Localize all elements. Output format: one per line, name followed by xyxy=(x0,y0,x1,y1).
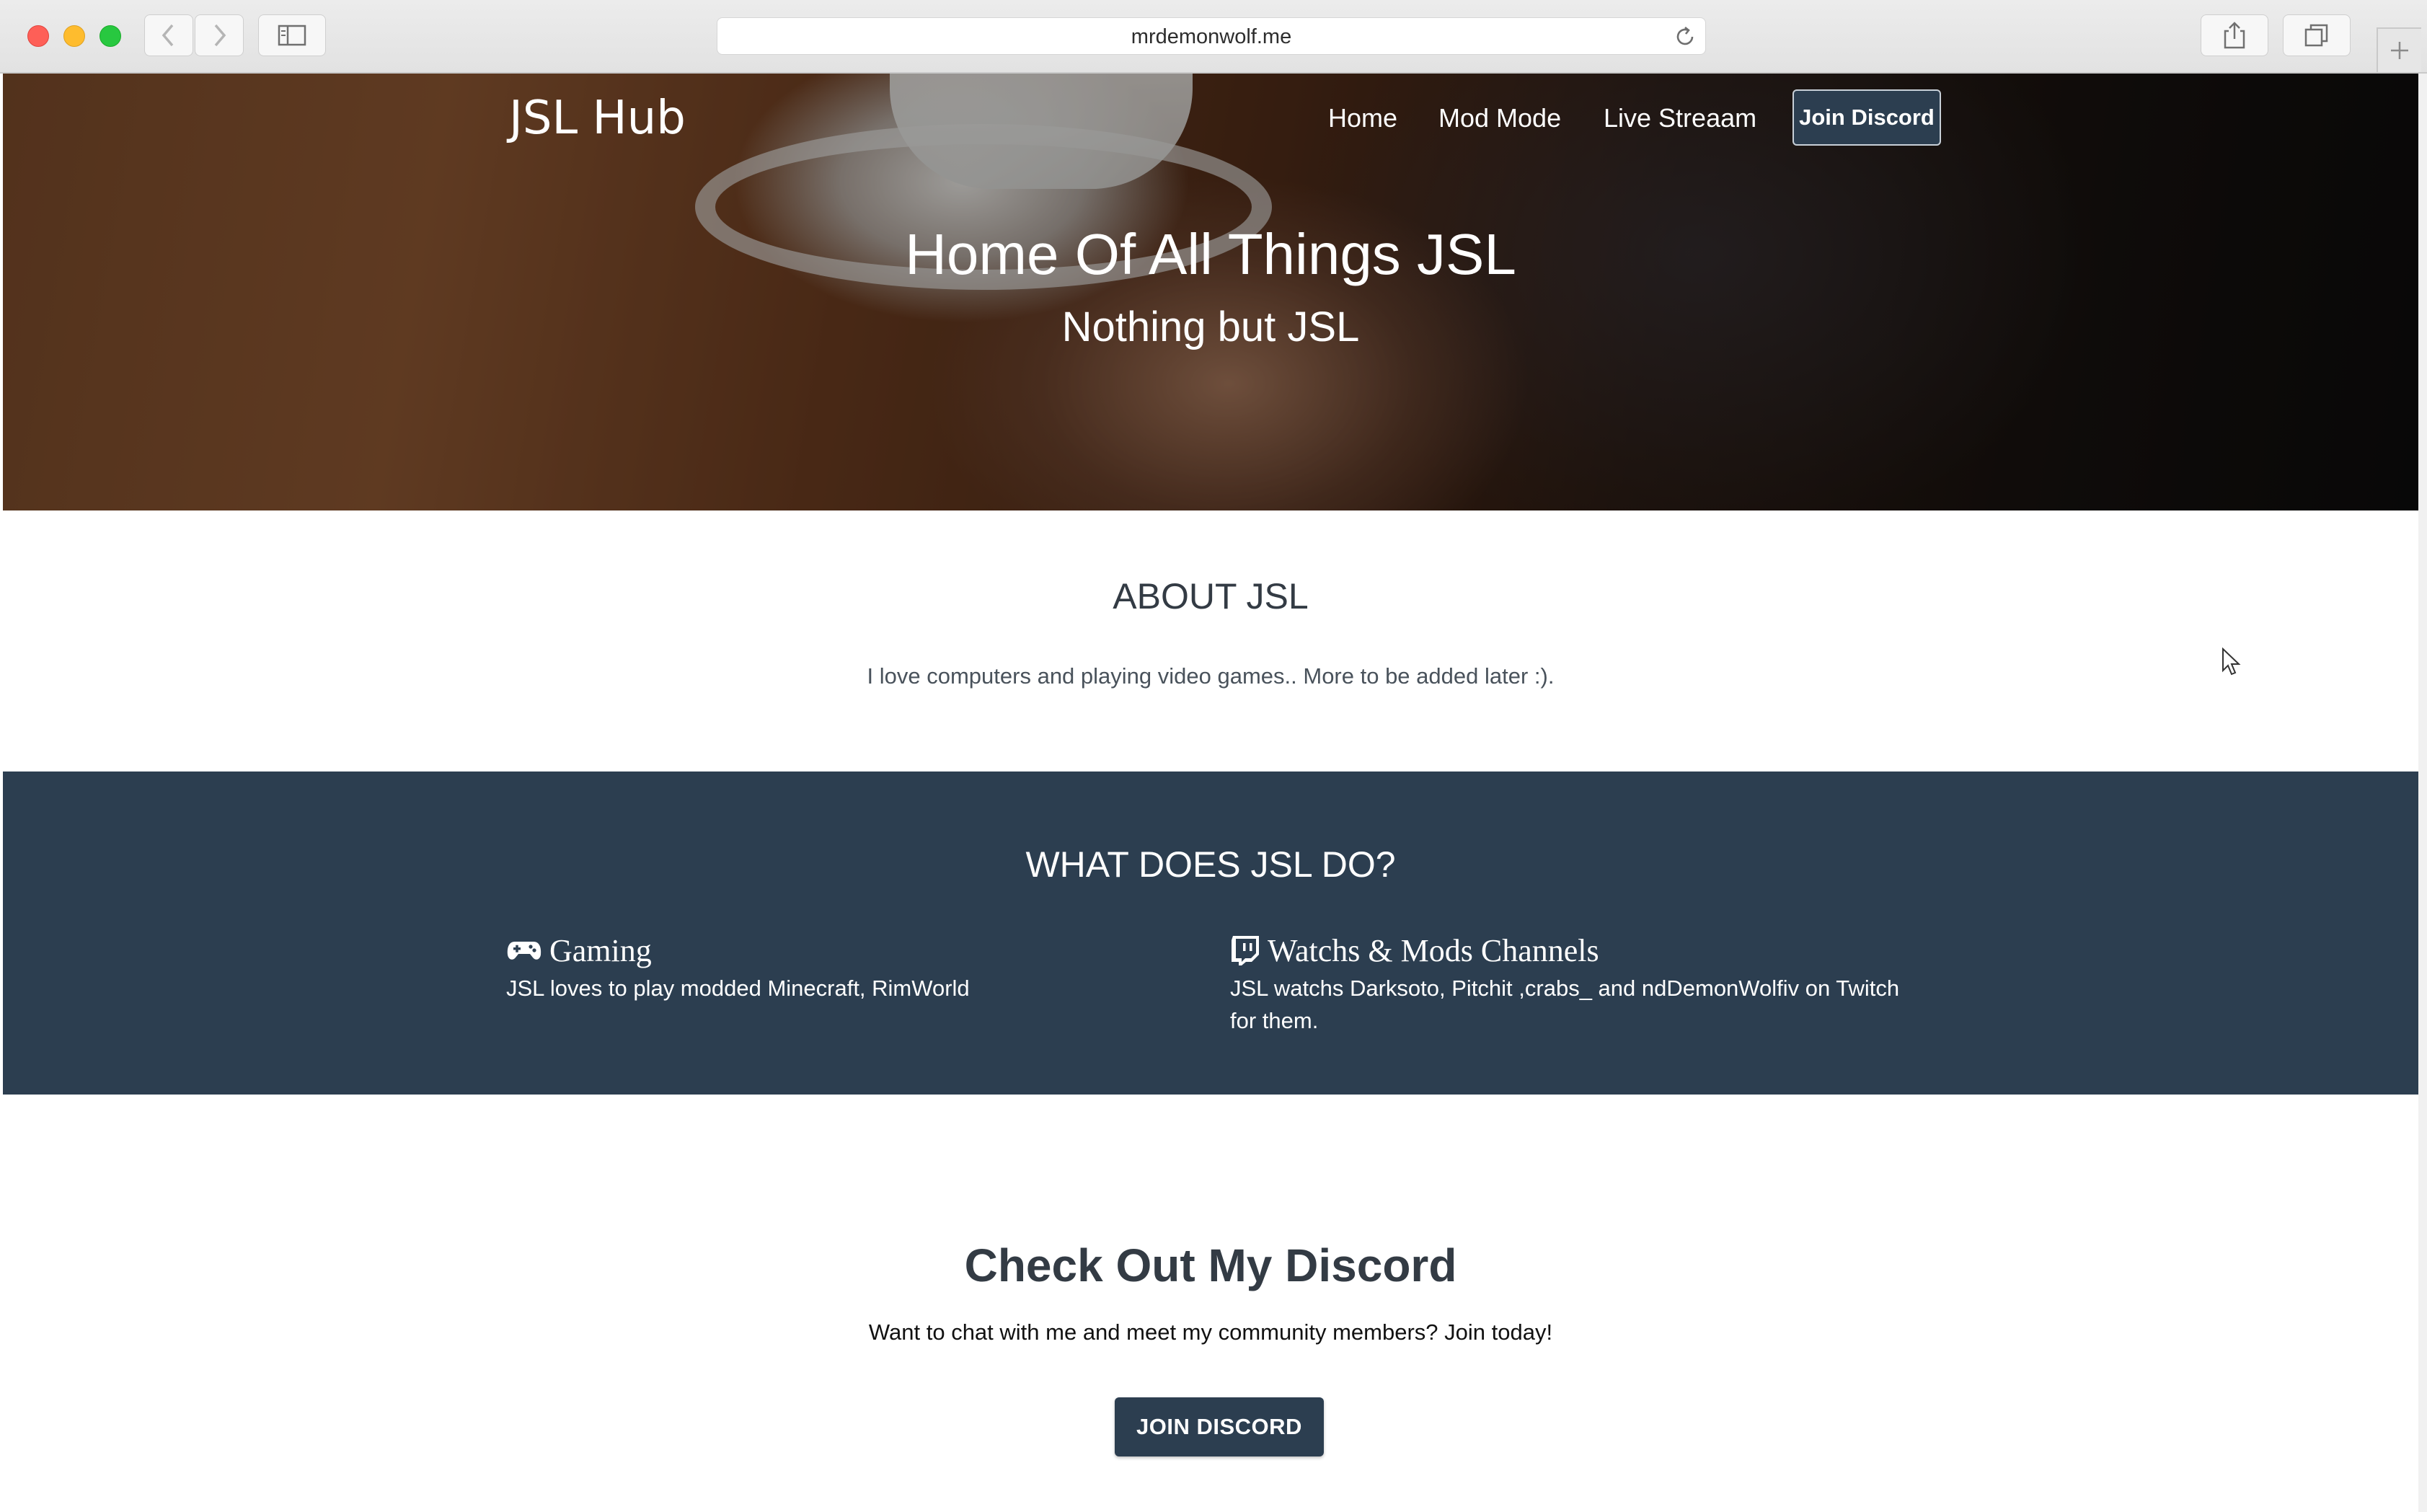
forward-button[interactable] xyxy=(195,14,244,56)
about-text: I love computers and playing video games… xyxy=(867,663,1555,689)
feature-title-text: Watchs & Mods Channels xyxy=(1268,932,1599,968)
sidebar-icon xyxy=(278,25,306,46)
services-section: WHAT DOES JSL DO? Gaming JSL loves to pl… xyxy=(3,772,2418,1095)
new-tab-button[interactable] xyxy=(2377,27,2421,72)
brand-logo[interactable]: JSL Hub xyxy=(509,89,686,147)
nav-join-discord-button[interactable]: Join Discord xyxy=(1792,89,1941,146)
feature-gaming-title: Gaming xyxy=(506,930,652,971)
services-title: WHAT DOES JSL DO? xyxy=(1025,844,1396,885)
hero-subtitle: Nothing but JSL xyxy=(1061,304,1360,350)
scrollbar-track[interactable] xyxy=(2418,74,2427,1512)
discord-text: Want to chat with me and meet my communi… xyxy=(868,1319,1553,1345)
chevron-right-icon xyxy=(214,24,226,47)
tabs-overview-icon xyxy=(2304,24,2328,47)
share-button[interactable] xyxy=(2201,14,2268,56)
twitch-icon xyxy=(1230,934,1260,966)
back-button[interactable] xyxy=(144,14,193,56)
tabs-overview-button[interactable] xyxy=(2283,14,2351,56)
reload-icon[interactable] xyxy=(1674,25,1697,48)
feature-watch-text: JSL watchs Darksoto, Pitchit ,crabs_ and… xyxy=(1230,976,1900,1033)
nav-link-live-stream[interactable]: Live Streaam xyxy=(1604,89,1756,147)
feature-watch-title: Watchs & Mods Channels xyxy=(1230,930,1599,971)
page-viewport: JSL Hub Home Mod Mode Live Streaam Join … xyxy=(3,74,2418,1512)
discord-title: Check Out My Discord xyxy=(964,1239,1457,1291)
feature-title-text: Gaming xyxy=(549,932,652,968)
browser-toolbar: mrdemonwolf.me xyxy=(0,0,2427,74)
url-text: mrdemonwolf.me xyxy=(1131,25,1292,48)
nav-link-home[interactable]: Home xyxy=(1328,89,1397,147)
feature-gaming-text: JSL loves to play modded Minecraft, RimW… xyxy=(506,976,970,1001)
mouse-cursor-icon xyxy=(2222,647,2241,676)
address-bar[interactable]: mrdemonwolf.me xyxy=(717,17,1706,55)
hero-header: JSL Hub Home Mod Mode Live Streaam Join … xyxy=(3,74,2418,510)
zoom-window-button[interactable] xyxy=(100,25,121,47)
sidebar-button[interactable] xyxy=(258,14,326,56)
gamepad-icon xyxy=(506,939,542,962)
minimize-window-button[interactable] xyxy=(63,25,85,47)
about-title: ABOUT JSL xyxy=(1113,576,1309,616)
share-icon xyxy=(2224,22,2245,49)
nav-link-mod-mode[interactable]: Mod Mode xyxy=(1438,89,1561,147)
close-window-button[interactable] xyxy=(27,25,49,47)
hero-title: Home Of All Things JSL xyxy=(905,222,1516,286)
hero-overlay xyxy=(3,74,2418,510)
join-discord-button[interactable]: JOIN DISCORD xyxy=(1115,1397,1324,1456)
chevron-left-icon xyxy=(162,24,174,47)
plus-icon xyxy=(2391,42,2408,59)
